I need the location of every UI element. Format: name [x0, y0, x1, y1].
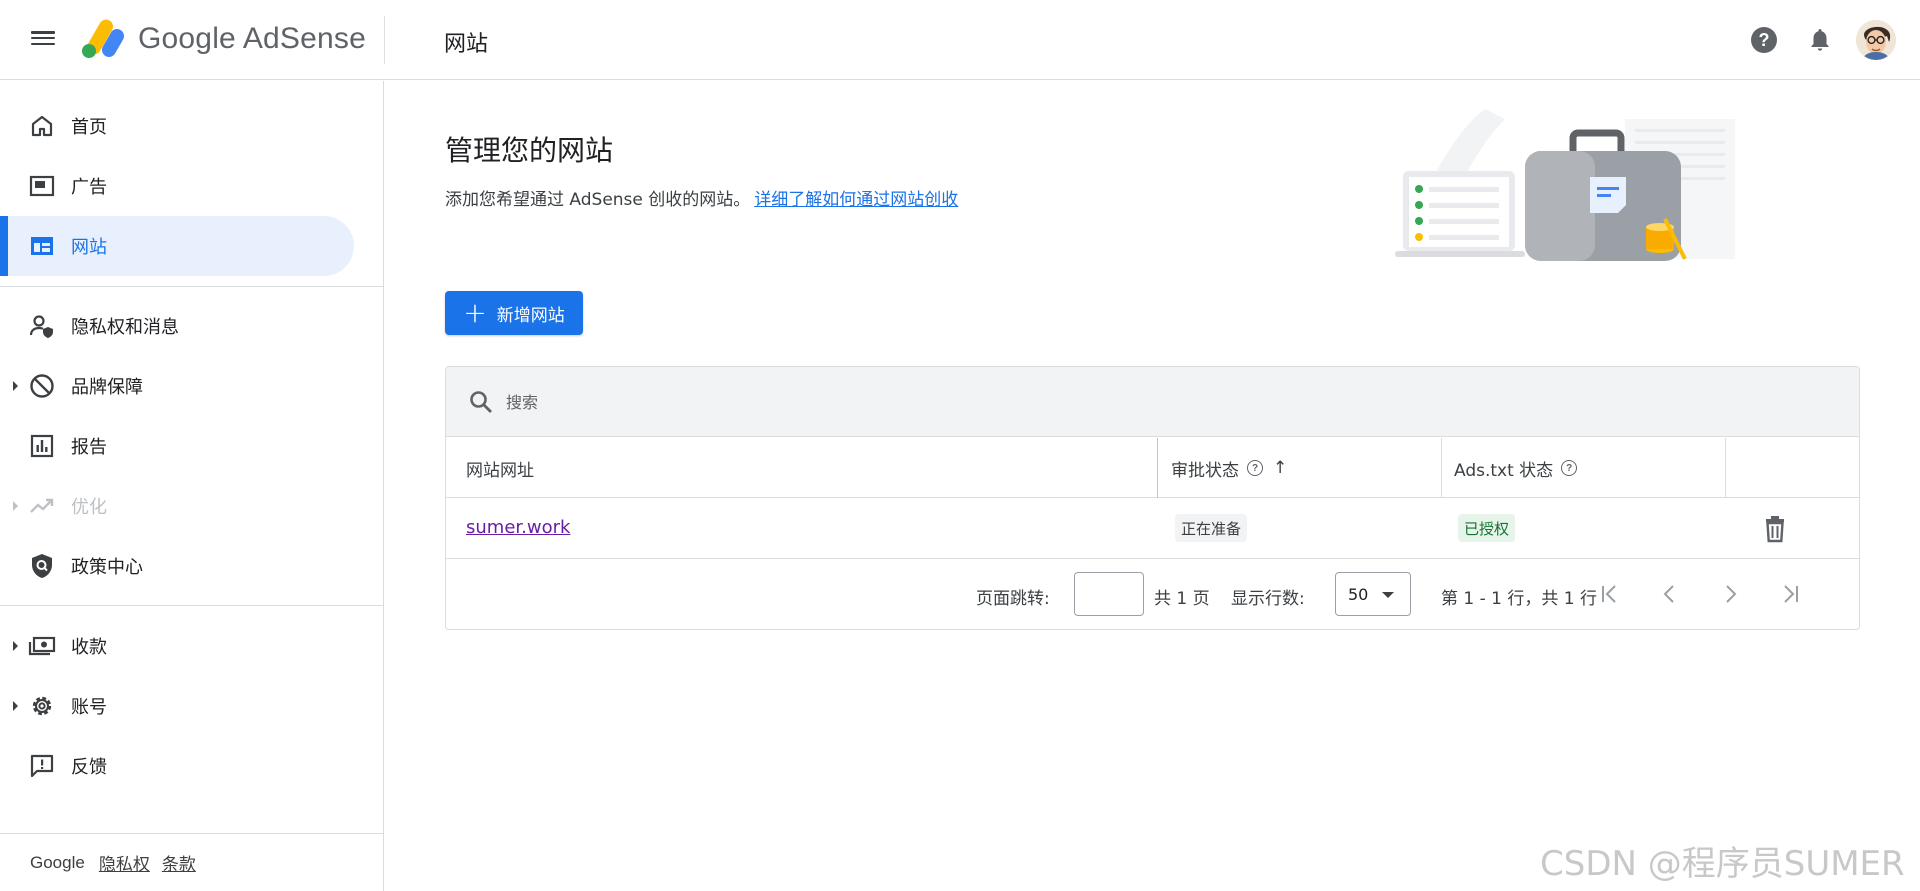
block-icon: [28, 372, 56, 400]
policy-shield-icon: [28, 552, 56, 580]
page-jump-label: 页面跳转:: [976, 589, 1050, 609]
column-header-approval-status[interactable]: 审批状态 ? ↑: [1171, 438, 1287, 498]
sidebar-item-label: 收款: [71, 637, 107, 658]
adsense-logo-mark: [80, 17, 127, 60]
expand-caret-icon: [13, 381, 18, 391]
gear-icon: [28, 692, 56, 720]
privacy-link[interactable]: 隐私权: [99, 850, 150, 875]
adsense-logo[interactable]: Google AdSense: [80, 17, 366, 60]
plus-icon: +: [463, 296, 487, 329]
topbar-divider: [384, 16, 385, 64]
help-circle-icon[interactable]: ?: [1247, 460, 1263, 476]
sidebar-item-label: 隐私权和消息: [71, 317, 179, 338]
help-icon[interactable]: ?: [1748, 24, 1780, 56]
rows-per-page-value: 50: [1348, 584, 1369, 604]
add-site-label: 新增网站: [496, 305, 565, 326]
next-page-icon[interactable]: [1714, 578, 1746, 610]
search-input[interactable]: [506, 385, 1806, 419]
trending-up-icon: [28, 492, 56, 520]
column-header-site-url[interactable]: 网站网址: [466, 438, 534, 498]
sidebar-item-label: 品牌保障: [71, 377, 143, 398]
ads-txt-status-badge: 已授权: [1458, 514, 1516, 542]
column-divider: [1441, 438, 1442, 498]
footer-google-label: Google: [30, 852, 85, 872]
sidebar-item-label: 网站: [71, 237, 107, 258]
table-row: sumer.work 正在准备 已授权: [446, 499, 1859, 559]
menu-icon[interactable]: [26, 28, 60, 52]
help-circle-icon[interactable]: ?: [1561, 460, 1578, 476]
sidebar-divider: [0, 605, 384, 606]
sidebar-item-label: 优化: [71, 497, 107, 518]
expand-caret-icon: [13, 701, 18, 711]
sidebar-item-label: 广告: [71, 177, 107, 198]
description-text: 添加您希望通过 AdSense 创收的网站。: [445, 190, 751, 210]
expand-caret-icon: [13, 641, 18, 651]
sidebar-item-ads[interactable]: 广告: [0, 156, 354, 216]
expand-caret-icon: [13, 501, 18, 511]
page-description: 添加您希望通过 AdSense 创收的网站。 详细了解如何通过网站创收: [445, 185, 958, 210]
total-pages-text: 共 1 页: [1154, 589, 1210, 609]
search-icon[interactable]: [468, 389, 494, 415]
payments-icon: [28, 632, 56, 660]
notifications-bell-icon[interactable]: [1804, 24, 1836, 56]
reports-icon: [28, 432, 56, 460]
rows-per-page-select[interactable]: 50: [1335, 572, 1411, 616]
sidebar-item-policy-center[interactable]: 政策中心: [0, 536, 354, 596]
row-range-text: 第 1 - 1 行，共 1 行: [1441, 589, 1598, 609]
sidebar-item-label: 政策中心: [71, 557, 143, 578]
search-bar: [446, 367, 1859, 437]
column-header-ads-txt-status[interactable]: Ads.txt 状态 ?: [1454, 438, 1578, 498]
previous-page-icon[interactable]: [1654, 578, 1686, 610]
home-icon: [28, 112, 56, 140]
sites-icon: [28, 232, 56, 260]
sidebar-item-reports[interactable]: 报告: [0, 416, 354, 476]
pagination-bar: 页面跳转: 共 1 页 显示行数: 50 第 1 - 1 行，共 1 行: [446, 560, 1859, 629]
first-page-icon[interactable]: [1594, 578, 1626, 610]
sidebar-item-home[interactable]: 首页: [0, 96, 354, 156]
sites-table: 网站网址 审批状态 ? ↑ Ads.txt 状态 ? sumer.work 正在…: [445, 366, 1860, 630]
delete-trash-icon[interactable]: [1762, 515, 1788, 543]
top-app-bar: Google AdSense 网站 ?: [0, 0, 1920, 80]
main-content: 管理您的网站 添加您希望通过 AdSense 创收的网站。 详细了解如何通过网站创…: [385, 81, 1920, 891]
ads-icon: [28, 172, 56, 200]
sidebar-item-feedback[interactable]: 反馈: [0, 736, 354, 796]
sidebar-item-label: 首页: [71, 117, 107, 138]
terms-link[interactable]: 条款: [162, 850, 196, 875]
sites-illustration: [1395, 109, 1735, 261]
sidebar-item-label: 账号: [71, 697, 107, 718]
column-resize-handle[interactable]: [1157, 438, 1158, 498]
sidebar-item-optimization[interactable]: 优化: [0, 476, 354, 536]
site-url-link[interactable]: sumer.work: [466, 517, 570, 538]
sidebar-item-brand-safety[interactable]: 品牌保障: [0, 356, 354, 416]
sidebar-item-payments[interactable]: 收款: [0, 616, 354, 676]
privacy-icon: [28, 312, 56, 340]
column-divider: [1725, 438, 1726, 498]
last-page-icon[interactable]: [1774, 578, 1806, 610]
csdn-watermark: CSDN @程序员SUMER: [1540, 844, 1905, 884]
page-jump-input[interactable]: [1074, 572, 1144, 616]
approval-status-badge: 正在准备: [1175, 514, 1248, 542]
table-header: 网站网址 审批状态 ? ↑ Ads.txt 状态 ?: [446, 438, 1859, 498]
sidebar-divider: [0, 286, 384, 287]
account-avatar[interactable]: [1856, 20, 1896, 60]
sidebar-item-sites[interactable]: 网站: [0, 216, 354, 276]
page-heading: 管理您的网站: [445, 134, 614, 167]
sidebar-item-privacy[interactable]: 隐私权和消息: [0, 296, 354, 356]
dropdown-arrow-icon: [1382, 592, 1394, 598]
sidebar-footer: Google 隐私权 条款: [0, 833, 384, 891]
page-title: 网站: [444, 32, 489, 57]
sidebar-nav: 首页 广告 网站 隐私权和消息 品牌保障 报告 优化 政策中心 收款 账号 反馈…: [0, 81, 384, 891]
feedback-icon: [28, 752, 56, 780]
add-site-button[interactable]: + 新增网站: [445, 291, 583, 335]
sort-ascending-arrow-icon[interactable]: ↑: [1273, 458, 1287, 478]
brand-name: Google AdSense: [138, 22, 366, 55]
sidebar-item-label: 反馈: [71, 757, 107, 778]
rows-per-page-label: 显示行数:: [1231, 589, 1305, 609]
sidebar-item-account[interactable]: 账号: [0, 676, 354, 736]
sidebar-item-label: 报告: [71, 437, 107, 458]
learn-more-link[interactable]: 详细了解如何通过网站创收: [754, 190, 958, 210]
